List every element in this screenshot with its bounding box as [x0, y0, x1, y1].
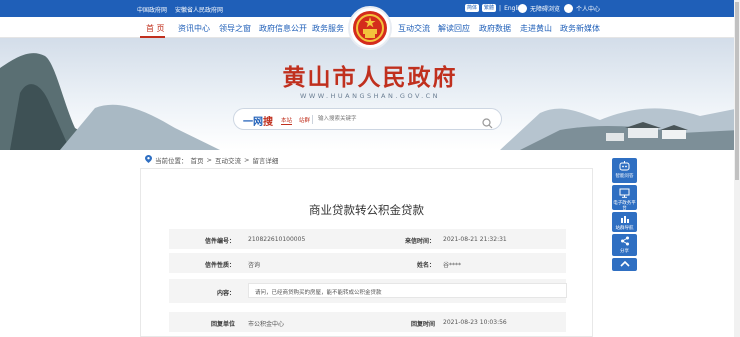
breadcrumb-current: 留言详细	[252, 157, 279, 165]
content-value: 请问，已经商贷购买的房屋，能不能转成公积金贷款	[248, 283, 567, 298]
chevron-up-icon	[619, 260, 630, 269]
sidebar-label: 分享	[620, 249, 629, 254]
scrollbar-thumb[interactable]	[735, 2, 739, 180]
search-icon[interactable]	[482, 114, 493, 133]
breadcrumb-home[interactable]: 首页	[191, 155, 204, 165]
header-banner: 黄山市人民政府 WWW.HUANGSHAN.GOV.CN 一网搜 本站 站群	[0, 38, 740, 150]
breadcrumb-prefix: 当前位置：	[155, 157, 188, 165]
nav-interpretation[interactable]: 解读回应	[438, 23, 470, 34]
personal-center-label: 个人中心	[576, 6, 601, 13]
breadcrumb: 当前位置： 首页 > 互动交流 > 留言详细	[145, 155, 278, 165]
site-title: 黄山市人民政府	[282, 64, 458, 91]
message-detail-panel: 商业贷款转公积金贷款 信件编号： 210822610100005 来信时间： 2…	[140, 168, 593, 337]
table-row: 回复单位 市公积金中心 回复时间 2021-08-23 10:03:56	[169, 312, 566, 332]
accessibility-link[interactable]: 无障碍浏览	[518, 4, 560, 13]
location-pin-icon	[145, 155, 152, 165]
search-scope-all[interactable]: 站群	[299, 116, 310, 124]
search-scope-local[interactable]: 本站	[281, 116, 293, 125]
robot-icon	[619, 161, 630, 173]
national-emblem-icon	[348, 6, 392, 50]
search-divider	[312, 115, 313, 124]
search-input[interactable]	[318, 114, 468, 124]
lang-traditional[interactable]: 繁體	[482, 4, 497, 12]
letter-id-label: 信件编号：	[204, 238, 235, 245]
reply-unit-label: 回复单位	[210, 321, 235, 328]
personal-center-link[interactable]: 个人中心	[564, 4, 600, 13]
nav-news[interactable]: 资讯中心	[178, 23, 210, 34]
sidebar-item-qa[interactable]: 智能问答	[612, 158, 637, 183]
lang-simplified[interactable]: 简体	[465, 4, 480, 12]
date-value: 2021-08-21 21:32:31	[443, 236, 507, 243]
type-label: 信件性质：	[204, 262, 235, 269]
nav-info-disclosure[interactable]: 政府信息公开	[259, 23, 307, 34]
type-value: 咨询	[248, 262, 261, 269]
sidebar-label: 电子政务平台	[613, 201, 636, 211]
name-label: 姓名：	[416, 262, 435, 269]
breadcrumb-interaction[interactable]: 互动交流	[215, 155, 241, 165]
lang-separator: |	[499, 4, 502, 12]
breadcrumb-sep: >	[206, 156, 212, 164]
reply-time-label: 回复时间	[410, 321, 435, 328]
site-url: WWW.HUANGSHAN.GOV.CN	[299, 92, 441, 100]
table-row: 信件编号： 210822610100005 来信时间： 2021-08-21 2…	[169, 229, 566, 249]
sidebar-item-egov[interactable]: 电子政务平台	[612, 185, 637, 211]
sidebar-label: 站群导航	[615, 226, 634, 231]
search-brand: 一网搜	[243, 117, 273, 128]
sidebar-item-share[interactable]: 分享	[612, 234, 637, 256]
nav-about[interactable]: 走进黄山	[520, 23, 552, 34]
table-row: 内容： 请问，已经商贷购买的房屋，能不能转成公积金贷款	[169, 279, 567, 303]
message-title: 商业贷款转公积金贷款	[309, 203, 424, 217]
page-scrollbar[interactable]	[734, 0, 740, 337]
gov-cn-link[interactable]: 中国政府网	[137, 5, 167, 14]
site-search-box: 一网搜 本站 站群	[233, 108, 502, 130]
table-row: 信件性质： 咨询 姓名： 谷****	[169, 253, 566, 273]
sidebar-item-sites[interactable]: 站群导航	[612, 212, 637, 232]
reply-unit-value: 市公积金中心	[248, 321, 285, 328]
page: 中国政府网 安徽省人民政府网 简体 繁體 | English 无障碍浏览 个人中…	[0, 0, 740, 337]
nav-new-media[interactable]: 政务新媒体	[560, 23, 600, 34]
share-icon	[620, 236, 630, 248]
accessibility-icon	[518, 4, 527, 13]
letter-id-value: 210822610100005	[248, 236, 306, 243]
nav-services[interactable]: 政务服务	[312, 23, 344, 34]
nav-interaction[interactable]: 互动交流	[398, 23, 430, 34]
back-to-top-button[interactable]	[612, 258, 637, 271]
name-value: 谷****	[443, 262, 462, 269]
user-icon	[564, 4, 573, 13]
nav-data[interactable]: 政府数据	[479, 23, 511, 34]
chart-icon	[620, 214, 630, 225]
nav-home[interactable]: 首 页	[146, 23, 165, 34]
breadcrumb-sep: >	[243, 156, 250, 164]
sidebar-label: 智能问答	[615, 174, 634, 179]
anhui-gov-link[interactable]: 安徽省人民政府网	[175, 5, 223, 14]
date-label: 来信时间：	[404, 238, 435, 245]
reply-time-value: 2021-08-23 10:03:56	[443, 319, 507, 326]
monitor-icon	[619, 188, 630, 200]
language-switch: 简体 繁體 | English	[465, 4, 526, 12]
content-label: 内容：	[216, 290, 235, 297]
accessibility-label: 无障碍浏览	[530, 6, 561, 13]
nav-leaders[interactable]: 领导之窗	[219, 23, 251, 34]
